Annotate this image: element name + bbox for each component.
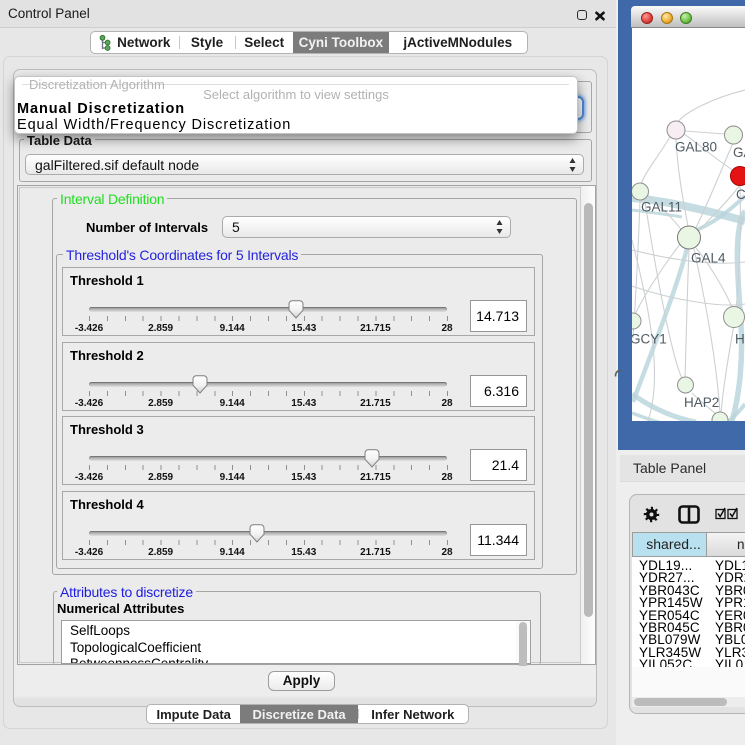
svg-text:GAL80: GAL80: [675, 140, 717, 155]
svg-text:GCY1: GCY1: [632, 332, 667, 347]
svg-text:C: C: [736, 187, 745, 202]
svg-text:GA: GA: [733, 145, 745, 160]
svg-text:GAL11: GAL11: [641, 200, 682, 215]
svg-text:H: H: [735, 332, 745, 347]
svg-text:GAL4: GAL4: [691, 251, 726, 266]
svg-text:HAP2: HAP2: [684, 395, 719, 410]
